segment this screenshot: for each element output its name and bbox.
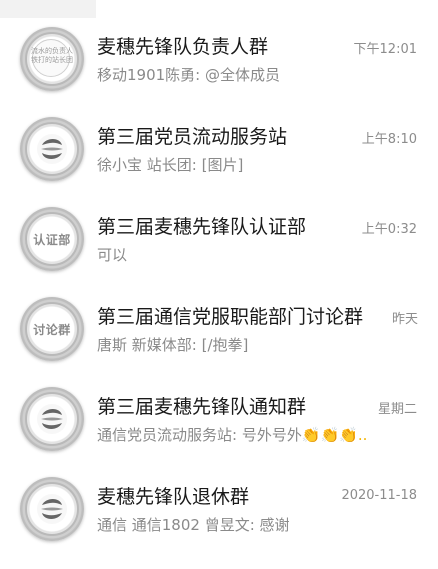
chat-title: 第三届党员流动服务站 [97, 126, 288, 148]
chat-title: 第三届麦穗先锋队通知群 [97, 396, 307, 418]
avatar-label: 讨论群 [33, 322, 71, 337]
chat-time: 2020-11-18 [341, 488, 417, 503]
swirl-logo-icon [37, 494, 67, 524]
chat-preview: 可以 [97, 246, 128, 264]
group-avatar-seal: 流水的负责人 铁打的站长团 [20, 27, 84, 91]
chat-time: 下午12:01 [353, 42, 417, 57]
chat-list-item[interactable]: 讨论群 第三届通信党服职能部门讨论群 昨天 唐斯 新媒体部: [/抱拳] [0, 286, 438, 376]
swirl-logo-icon [37, 404, 67, 434]
chat-time: 上午0:32 [361, 222, 417, 237]
group-avatar-seal [20, 117, 84, 181]
chat-title: 麦穗先锋队负责人群 [97, 36, 269, 58]
group-avatar-seal [20, 387, 84, 451]
chat-list-item[interactable]: 流水的负责人 铁打的站长团 麦穗先锋队负责人群 下午12:01 移动1901陈勇… [0, 16, 438, 106]
chat-list-item[interactable]: 麦穗先锋队退休群 2020-11-18 通信 通信1802 曾昱文: 感谢 [0, 466, 438, 556]
chat-preview: 通信 通信1802 曾昱文: 感谢 [97, 516, 290, 534]
chat-list-item[interactable]: 第三届党员流动服务站 上午8:10 徐小宝 站长团: [图片] [0, 106, 438, 196]
chat-time: 上午8:10 [361, 132, 417, 147]
group-avatar-seal: 讨论群 [20, 297, 84, 361]
chat-preview: 徐小宝 站长团: [图片] [97, 156, 244, 174]
chat-title: 第三届通信党服职能部门讨论群 [97, 306, 364, 328]
chat-list-item[interactable]: 认证部 第三届麦穗先锋队认证部 上午0:32 可以 [0, 196, 438, 286]
chat-list-item[interactable]: 第三届麦穗先锋队通知群 星期二 通信党员流动服务站: 号外号外👏👏👏... [0, 376, 438, 466]
group-avatar-seal: 认证部 [20, 207, 84, 271]
chat-title: 第三届麦穗先锋队认证部 [97, 216, 307, 238]
chat-preview-text: 通信党员流动服务站: 号外号外 [97, 426, 302, 444]
chat-time: 星期二 [377, 402, 417, 417]
clapping-emoji: 👏👏👏... [301, 426, 369, 444]
chat-title: 麦穗先锋队退休群 [97, 486, 250, 508]
avatar-label: 认证部 [33, 232, 71, 247]
chat-time: 昨天 [391, 312, 418, 327]
avatar-seal-text: 流水的负责人 铁打的站长团 [31, 47, 73, 64]
group-avatar-seal [20, 477, 84, 541]
chat-preview: 移动1901陈勇: @全体成员 [97, 66, 280, 84]
chat-preview: 通信党员流动服务站: 号外号外👏👏👏... [97, 424, 369, 445]
chat-preview: 唐斯 新媒体部: [/抱拳] [97, 336, 249, 354]
swirl-logo-icon [37, 134, 67, 164]
chat-list: 流水的负责人 铁打的站长团 麦穗先锋队负责人群 下午12:01 移动1901陈勇… [0, 0, 438, 569]
